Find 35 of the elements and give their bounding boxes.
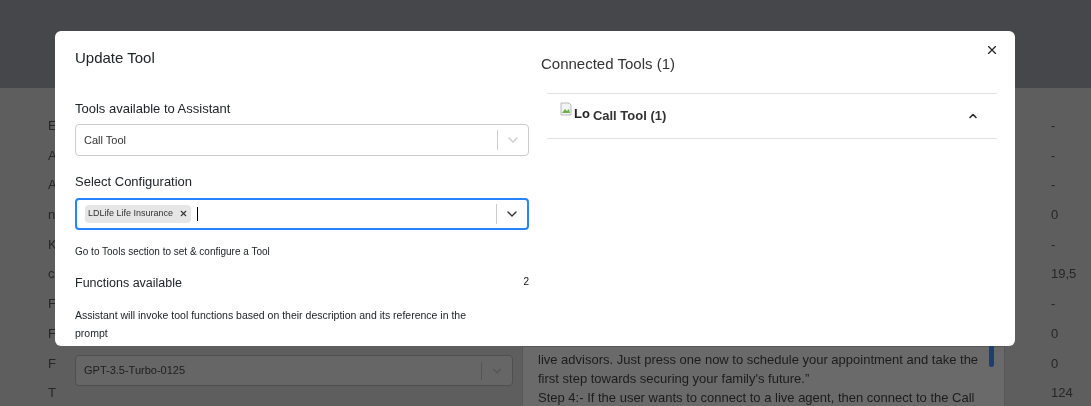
prompt-line: first step towards securing your family's future.” <box>538 370 810 388</box>
row-label: F <box>48 295 57 314</box>
row-value: - <box>1051 146 1057 165</box>
text-cursor <box>197 206 199 221</box>
close-button[interactable] <box>985 43 999 57</box>
row-value: - <box>1051 295 1057 314</box>
row-value: - <box>1051 235 1057 254</box>
select-field[interactable]: Call Tool <box>75 124 529 156</box>
field-label: Select Configuration <box>75 173 194 191</box>
row-label: F <box>48 354 57 373</box>
connected-tools-heading: Connected Tools (1) <box>541 54 676 74</box>
prompt-line: live advisors. Just press one now to schedule your appointment and take the <box>538 351 979 369</box>
tool-name: Call Tool (1) <box>592 106 667 125</box>
row-label: T <box>48 384 57 403</box>
section-heading: Functions available <box>75 274 182 292</box>
row-label: F <box>48 324 57 343</box>
select-value: Call Tool <box>84 132 126 148</box>
functions-description: Assistant will invoke tool functions based on their description and its reference in the prompt <box>75 308 468 342</box>
field-label: Tools available to Assistant <box>75 99 232 118</box>
config-tag: LDLife Life Insurance <box>85 204 192 223</box>
row-value: - <box>1051 117 1057 135</box>
row-value: 124 <box>1051 384 1074 403</box>
remove-icon[interactable] <box>179 209 189 218</box>
accordion-header[interactable]: Lo Call Tool (1) <box>547 93 997 139</box>
functions-count: 2 <box>523 274 529 289</box>
image-alt-text: Lo <box>574 104 590 123</box>
row-label: n <box>48 206 57 225</box>
prompt-line: Step 4:- If the user wants to connect to a live agent, then connect to the Call <box>538 389 975 406</box>
dialog-title: Update Tool <box>75 48 156 68</box>
broken-image-icon <box>560 101 572 116</box>
row-value: 19,5 <box>1051 265 1078 284</box>
hint-text: Go to Tools section to set & configure a Tool <box>75 244 271 259</box>
row-value: - <box>1051 176 1057 195</box>
scrollbar-thumb[interactable] <box>989 345 994 367</box>
select-field[interactable]: LDLife Life Insurance <box>75 197 529 230</box>
